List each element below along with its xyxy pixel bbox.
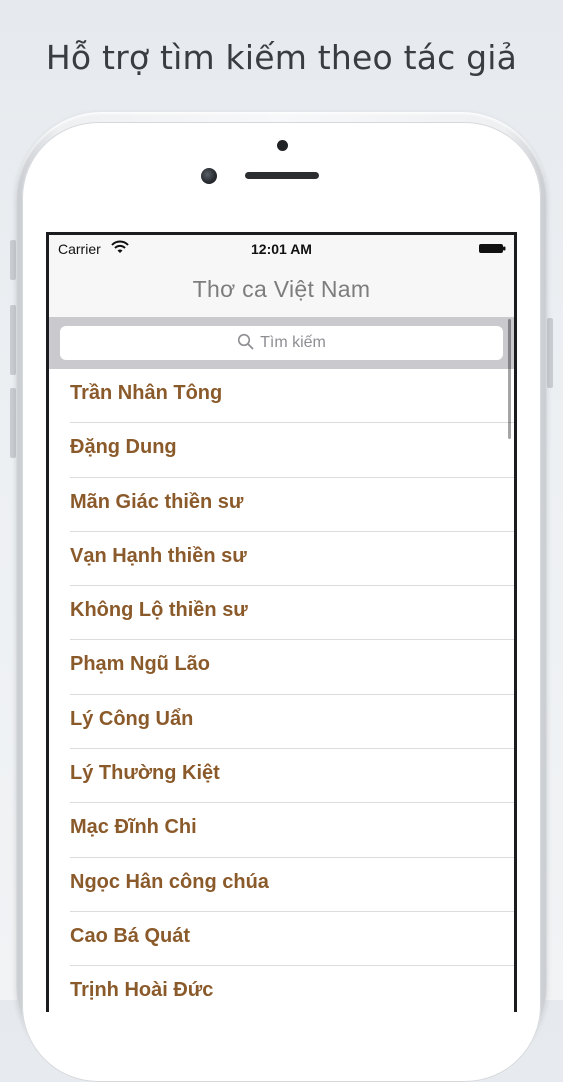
phone-screen: Carrier 12:01 AM Thơ ca Việt Nam Tìm kiế… (46, 232, 517, 1012)
promo-headline: Hỗ trợ tìm kiếm theo tác giả (45, 38, 518, 77)
author-name: Mãn Giác thiền sư (70, 490, 244, 513)
author-name: Lý Công Uẩn (70, 707, 194, 730)
page-title: Thơ ca Việt Nam (192, 276, 371, 302)
list-item[interactable]: Đặng Dung (49, 423, 514, 478)
list-item[interactable]: Trịnh Hoài Đức (49, 966, 514, 1012)
list-item[interactable]: Mãn Giác thiền sư (49, 478, 514, 532)
battery-icon (479, 244, 506, 253)
power-button (547, 318, 553, 388)
status-time: 12:01 AM (251, 241, 312, 257)
earpiece-speaker (245, 172, 319, 179)
search-icon (238, 333, 254, 350)
list-item[interactable]: Lý Thường Kiệt (49, 749, 514, 804)
search-placeholder-row: Tìm kiếm (60, 326, 503, 360)
author-name: Vạn Hạnh thiền sư (70, 544, 247, 567)
proximity-sensor (277, 140, 288, 151)
author-name: Mạc Đĩnh Chi (70, 816, 197, 839)
search-input[interactable]: Tìm kiếm (60, 326, 503, 360)
author-name: Cao Bá Quát (70, 924, 191, 947)
list-item[interactable]: Cao Bá Quát (49, 912, 514, 967)
list-item[interactable]: Lý Công Uẩn (49, 695, 514, 750)
author-name: Ngọc Hân công chúa (70, 870, 269, 893)
author-list: Trần Nhân Tông Đặng Dung Mãn Giác thiền … (49, 369, 514, 1012)
navigation-bar: Thơ ca Việt Nam (49, 263, 514, 317)
list-item[interactable]: Phạm Ngũ Lão (49, 640, 514, 695)
list-item[interactable]: Mạc Đĩnh Chi (49, 803, 514, 858)
author-name: Đặng Dung (70, 436, 177, 459)
list-item[interactable]: Không Lộ thiền sư (49, 586, 514, 641)
author-name: Trịnh Hoài Đức (70, 979, 214, 1002)
author-name: Lý Thường Kiệt (70, 762, 220, 785)
scroll-indicator[interactable] (508, 319, 511, 439)
author-name: Trần Nhân Tông (70, 382, 223, 404)
list-item[interactable]: Vạn Hạnh thiền sư (49, 532, 514, 587)
status-bar: Carrier 12:01 AM (49, 235, 514, 263)
front-camera-icon (201, 168, 217, 184)
search-placeholder: Tìm kiếm (260, 334, 326, 351)
list-item[interactable]: Trần Nhân Tông (49, 369, 514, 424)
app-screen: Carrier 12:01 AM Thơ ca Việt Nam Tìm kiế… (49, 235, 514, 1012)
author-name: Phạm Ngũ Lão (70, 653, 211, 676)
author-name: Không Lộ thiền sư (70, 599, 248, 622)
list-item[interactable]: Ngọc Hân công chúa (49, 858, 514, 912)
search-bar: Tìm kiếm (49, 317, 514, 369)
